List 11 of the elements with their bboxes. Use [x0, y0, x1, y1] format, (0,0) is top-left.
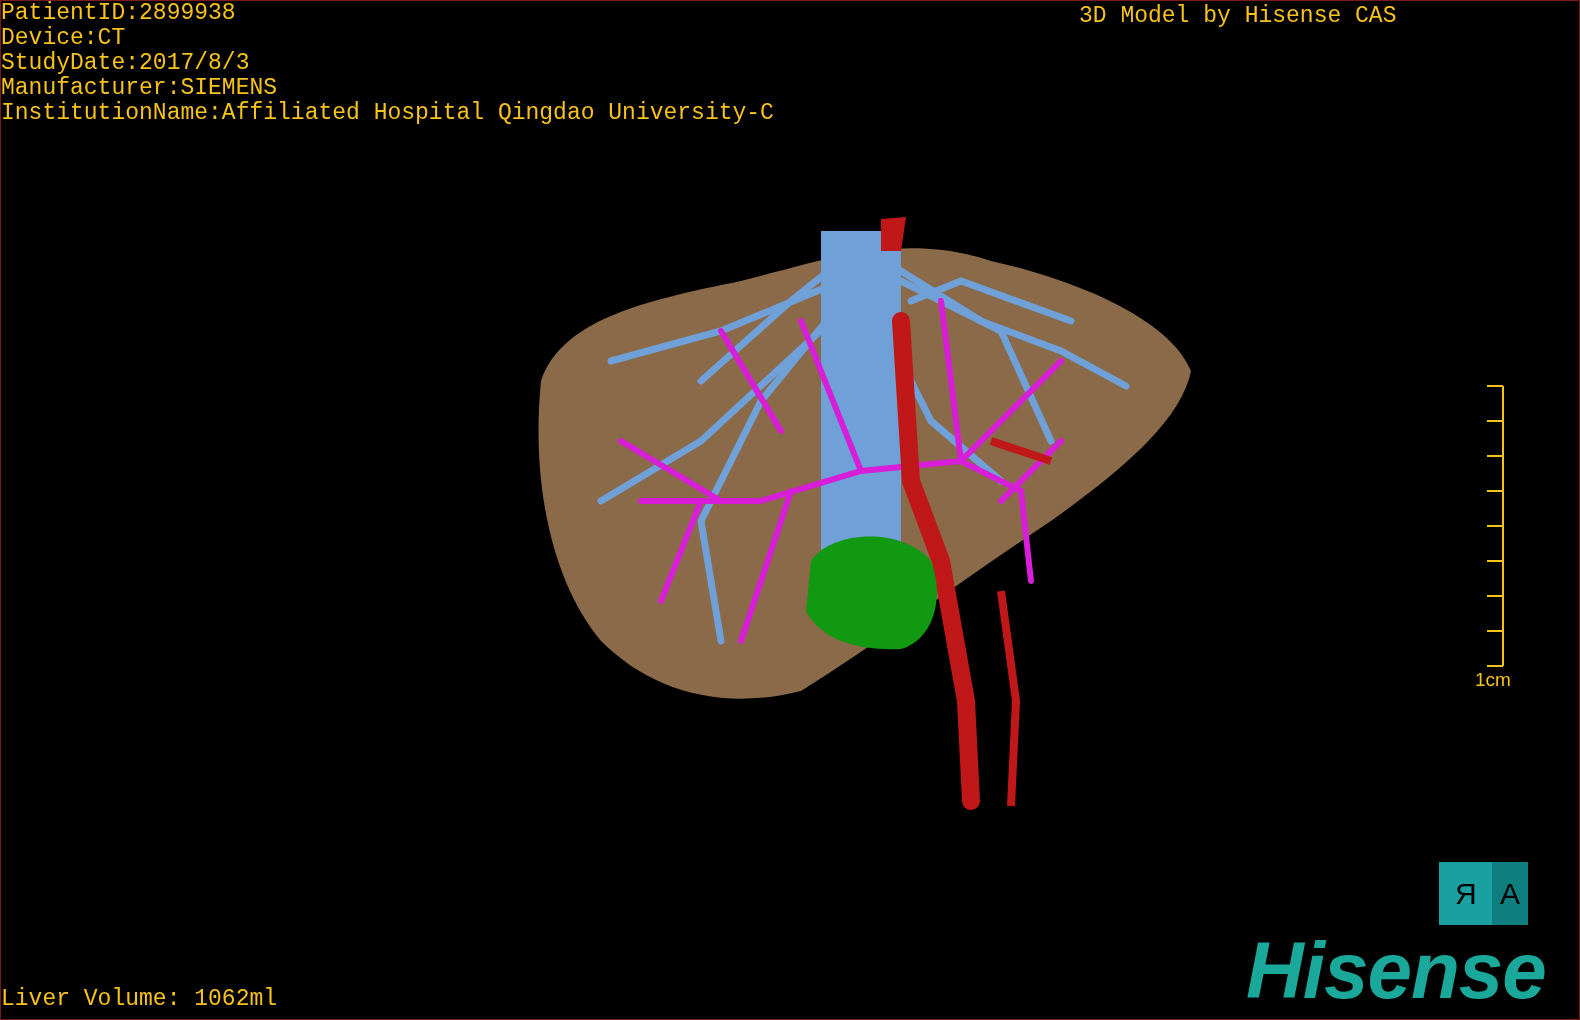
patient-info-text: InstitutionName:Affiliated Hospital Qingdao University-C — [1, 101, 774, 126]
scale-label: 1cm — [1475, 669, 1511, 691]
liver-volume-text: Liver Volume: 1062ml — [1, 986, 278, 1012]
logo: Hisense — [1246, 931, 1546, 1011]
patient-info-text: PatientID:2899938 — [1, 1, 236, 26]
patient-info-text: Manufacturer:SIEMENS — [1, 76, 278, 101]
cube-face-label: R — [1454, 878, 1477, 909]
cube-face-label: A — [1500, 878, 1520, 909]
patient-info-text: Device:CT — [1, 26, 126, 51]
patient-info-text: StudyDate:2017/8/3 — [1, 51, 250, 76]
model-caption: 3D Model by Hisense CAS — [1079, 2, 1397, 31]
